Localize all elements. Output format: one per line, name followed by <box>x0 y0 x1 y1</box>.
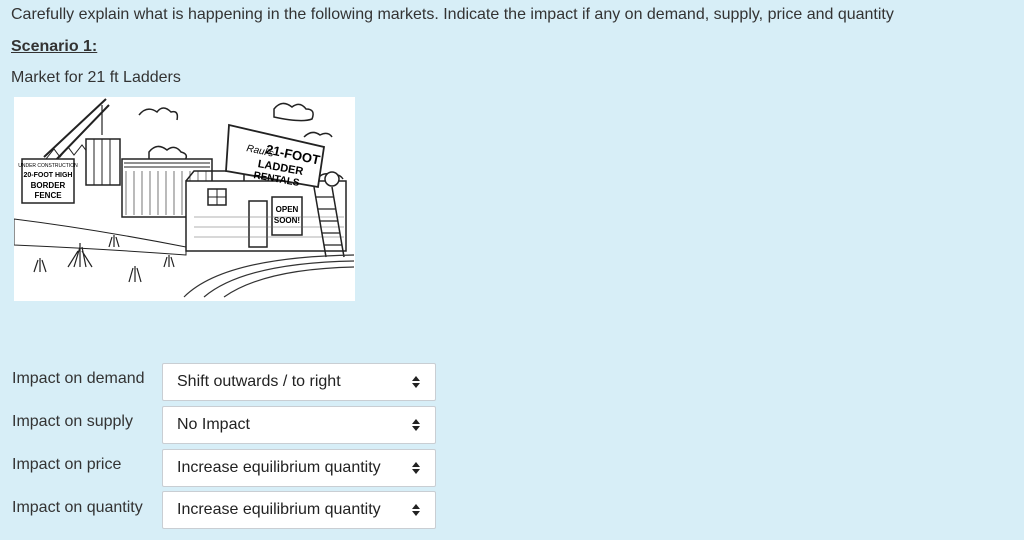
question-text: Carefully explain what is happening in t… <box>11 6 894 23</box>
impact-demand-label: Impact on demand <box>12 370 145 387</box>
impact-quantity-value: Increase equilibrium quantity <box>177 501 381 518</box>
impact-quantity-label: Impact on quantity <box>12 499 143 516</box>
impact-supply-value: No Impact <box>177 416 250 433</box>
fence-sign-line-1: UNDER CONSTRUCTION <box>18 163 78 169</box>
impact-price-label: Impact on price <box>12 456 122 473</box>
fence-sign-line-3: BORDER <box>31 181 66 190</box>
door-sign-line-2: SOON! <box>274 216 300 225</box>
impact-demand-select[interactable]: Shift outwards / to right <box>162 363 436 401</box>
fence-sign-line-4: FENCE <box>34 191 62 200</box>
impact-supply-label: Impact on supply <box>12 413 133 430</box>
updown-arrows-icon <box>405 419 427 431</box>
market-title: Market for 21 ft Ladders <box>11 69 181 86</box>
updown-arrows-icon <box>405 504 427 516</box>
impact-price-select[interactable]: Increase equilibrium quantity <box>162 449 436 487</box>
door-sign-line-1: OPEN <box>276 205 299 214</box>
fence-sign-line-2: 20-FOOT HIGH <box>23 172 72 179</box>
updown-arrows-icon <box>405 462 427 474</box>
updown-arrows-icon <box>405 376 427 388</box>
impact-quantity-select[interactable]: Increase equilibrium quantity <box>162 491 436 529</box>
scenario-title: Scenario 1: <box>11 38 98 55</box>
impact-demand-value: Shift outwards / to right <box>177 373 341 390</box>
impact-price-value: Increase equilibrium quantity <box>177 459 381 476</box>
ladder-cartoon-image: UNDER CONSTRUCTION 20-FOOT HIGH BORDER F… <box>14 97 355 301</box>
impact-supply-select[interactable]: No Impact <box>162 406 436 444</box>
